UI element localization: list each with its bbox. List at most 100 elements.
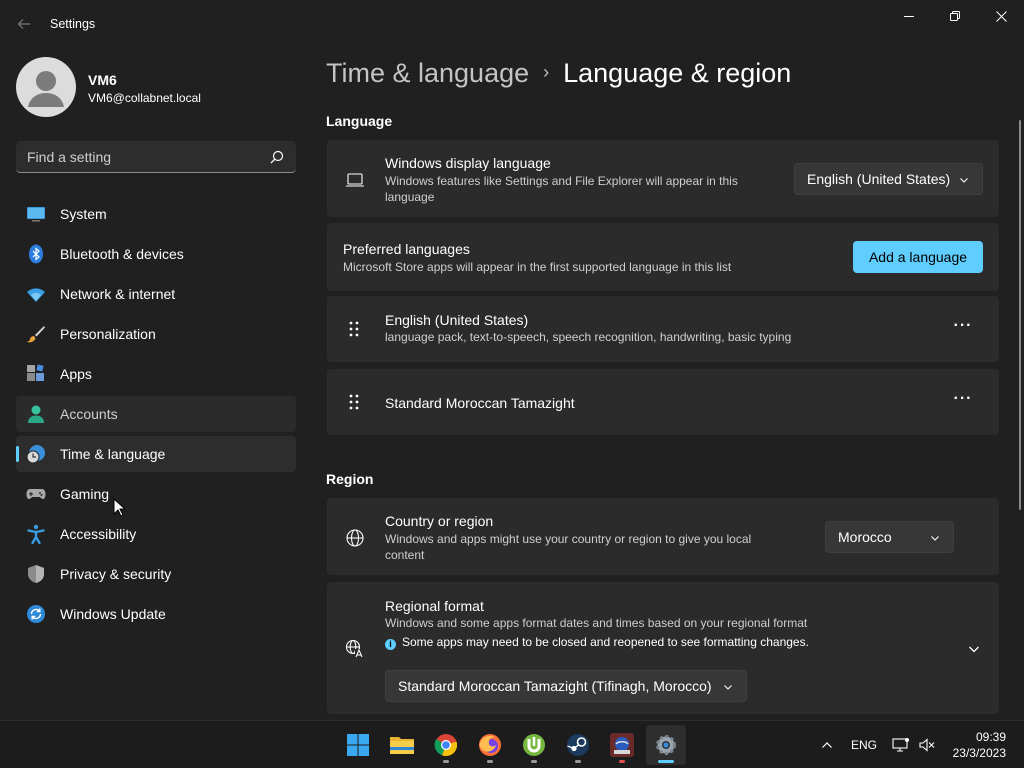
chevron-down-icon	[724, 685, 732, 690]
volume-muted-icon	[919, 738, 935, 752]
scrollbar[interactable]	[1019, 120, 1021, 510]
running-indicator	[619, 760, 625, 763]
more-options-button[interactable]: ···	[951, 317, 975, 341]
sidebar-item-label: Personalization	[60, 326, 156, 342]
sidebar-item-accounts[interactable]: Accounts	[16, 396, 296, 432]
display-language-description: Windows features like Settings and File …	[385, 174, 738, 204]
sidebar-item-apps[interactable]: Apps	[16, 356, 296, 392]
sidebar-item-label: Privacy & security	[60, 566, 172, 582]
language-row-tamazight[interactable]: Standard Moroccan Tamazight ···	[327, 369, 999, 435]
profile-email: VM6@collabnet.local	[88, 91, 201, 105]
sidebar-item-privacy[interactable]: Privacy & security	[16, 556, 296, 592]
close-button[interactable]	[978, 0, 1024, 32]
sidebar-item-label: Windows Update	[60, 606, 166, 622]
language-features: language pack, text-to-speech, speech re…	[385, 330, 792, 344]
sidebar-item-bluetooth[interactable]: Bluetooth & devices	[16, 236, 296, 272]
minimize-button[interactable]	[886, 0, 932, 32]
running-indicator	[443, 760, 449, 763]
language-row-english[interactable]: English (United States) language pack, t…	[327, 296, 999, 362]
input-language-indicator[interactable]: ENG	[851, 721, 877, 768]
taskbar-firefox[interactable]	[470, 725, 510, 765]
drag-handle-icon[interactable]	[347, 320, 361, 338]
country-region-title: Country or region	[385, 513, 494, 529]
taskbar-settings[interactable]	[646, 725, 686, 765]
sidebar-item-label: Accounts	[60, 406, 118, 422]
preferred-languages-title: Preferred languages	[343, 241, 470, 257]
taskbar: ENG 09:39 23/3/2023	[0, 720, 1024, 768]
clock-time: 09:39	[975, 730, 1006, 744]
sidebar-item-gaming[interactable]: Gaming	[16, 476, 296, 512]
controller-icon	[26, 489, 46, 499]
sidebar-item-time-language[interactable]: Time & language	[16, 436, 296, 472]
settings-icon	[656, 735, 676, 755]
mouse-cursor-icon	[113, 498, 125, 517]
sidebar-item-system[interactable]: System	[16, 196, 296, 232]
shield-icon	[28, 565, 44, 583]
system-display-icon	[27, 207, 45, 222]
drag-handle-icon[interactable]	[347, 393, 361, 411]
taskbar-game-app[interactable]	[602, 725, 642, 765]
accessibility-icon	[27, 524, 45, 544]
utorrent-icon	[523, 734, 545, 756]
sidebar-item-label: Accessibility	[60, 526, 137, 542]
more-options-button[interactable]: ···	[951, 390, 975, 414]
start-icon	[347, 734, 369, 756]
show-hidden-icons-button[interactable]	[820, 721, 834, 768]
sidebar-item-accessibility[interactable]: Accessibility	[16, 516, 296, 552]
title-bar: Settings	[0, 0, 1024, 48]
taskbar-utorrent[interactable]	[514, 725, 554, 765]
breadcrumb-separator: ›	[543, 62, 550, 82]
expand-chevron-icon[interactable]	[967, 642, 981, 656]
regional-format-description: Windows and some apps format dates and t…	[385, 616, 808, 630]
sidebar-item-label: Gaming	[60, 486, 110, 502]
steam-icon	[567, 734, 589, 756]
display-language-dropdown[interactable]: English (United States)	[794, 163, 983, 195]
chevron-up-icon	[822, 742, 832, 748]
app-title: Settings	[50, 17, 96, 31]
firefox-icon	[479, 734, 501, 756]
dropdown-value: English (United States)	[807, 171, 951, 187]
profile-name: VM6	[88, 72, 117, 88]
display-language-title: Windows display language	[385, 155, 551, 171]
chevron-down-icon	[960, 178, 968, 183]
accounts-icon	[28, 405, 44, 423]
avatar[interactable]	[16, 57, 76, 117]
dropdown-value: Standard Moroccan Tamazight (Tifinagh, M…	[398, 678, 712, 694]
regional-format-title: Regional format	[385, 598, 484, 614]
sidebar-item-windows-update[interactable]: Windows Update	[16, 596, 296, 632]
start-button[interactable]	[338, 725, 378, 765]
taskbar-file-explorer[interactable]	[382, 725, 422, 765]
network-status-button[interactable]	[892, 721, 910, 768]
country-region-dropdown[interactable]: Morocco	[825, 521, 954, 553]
running-indicator	[658, 760, 674, 763]
format-info-text: Some apps may need to be closed and reop…	[402, 635, 809, 649]
breadcrumb-parent[interactable]: Time & language	[326, 58, 529, 88]
network-monitor-icon	[892, 738, 909, 752]
info-icon: i	[385, 639, 396, 650]
chrome-icon	[434, 734, 458, 756]
search-icon	[270, 150, 284, 164]
taskbar-steam[interactable]	[558, 725, 598, 765]
restore-icon	[950, 11, 960, 21]
clock-date: 23/3/2023	[952, 746, 1006, 760]
taskbar-clock[interactable]: 09:39 23/3/2023	[953, 729, 1006, 761]
volume-button[interactable]	[918, 721, 936, 768]
chevron-down-icon	[931, 536, 939, 541]
country-region-description: Windows and apps might use your country …	[385, 532, 752, 562]
sidebar-item-personalization[interactable]: Personalization	[16, 316, 296, 352]
regional-format-card[interactable]: Regional format Windows and some apps fo…	[327, 582, 999, 714]
taskbar-chrome[interactable]	[426, 725, 466, 765]
add-language-button[interactable]: Add a language	[853, 241, 983, 273]
sidebar-item-label: System	[60, 206, 107, 222]
restore-button[interactable]	[932, 0, 978, 32]
update-icon	[27, 605, 45, 623]
sidebar-item-label: Apps	[60, 366, 92, 382]
sidebar-item-network[interactable]: Network & internet	[16, 276, 296, 312]
preferred-languages-description: Microsoft Store apps will appear in the …	[343, 260, 732, 274]
search-input[interactable]: Find a setting	[16, 141, 296, 173]
regional-format-dropdown[interactable]: Standard Moroccan Tamazight (Tifinagh, M…	[385, 670, 747, 702]
selection-indicator	[16, 446, 19, 462]
game-app-icon	[610, 733, 634, 757]
file-explorer-icon	[390, 737, 414, 754]
back-button[interactable]	[12, 12, 36, 36]
